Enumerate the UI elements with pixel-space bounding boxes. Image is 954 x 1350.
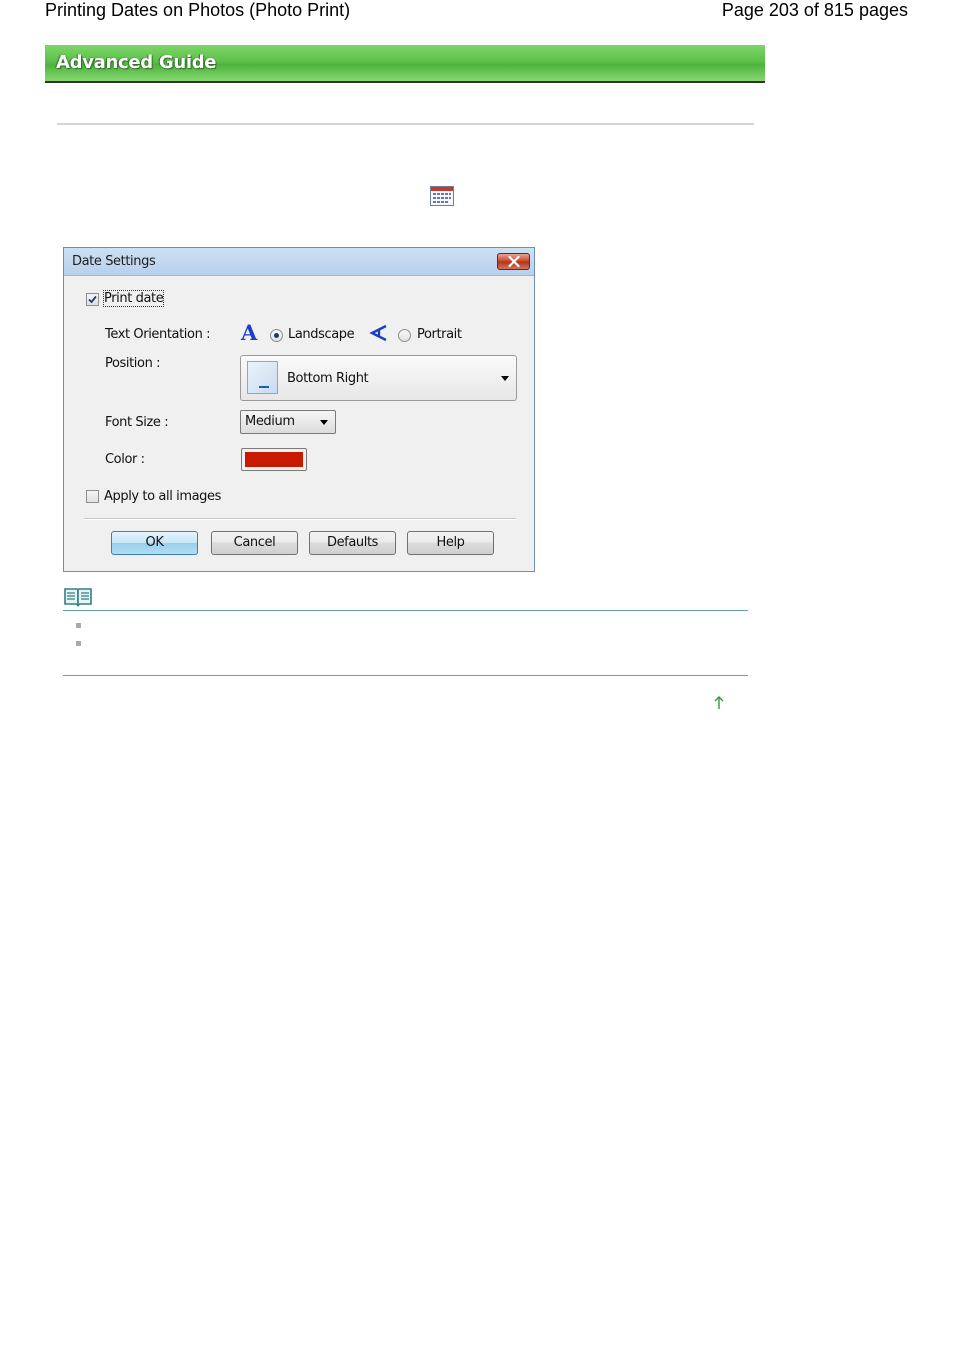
close-icon [508, 256, 520, 267]
chevron-down-icon [501, 376, 509, 381]
dialog-separator [84, 518, 516, 520]
note-divider [63, 610, 748, 611]
dialog-titlebar: Date Settings [64, 248, 534, 276]
calendar-icon [430, 186, 454, 206]
date-settings-dialog: Date Settings Print date Text Orientatio… [63, 247, 535, 572]
note-end-divider [63, 675, 748, 676]
color-picker-button[interactable] [241, 448, 307, 471]
list-bullet [76, 623, 81, 628]
position-label: Position : [105, 356, 161, 371]
chevron-down-icon [320, 420, 328, 425]
color-label: Color : [105, 452, 145, 467]
apply-all-label[interactable]: Apply to all images [104, 489, 221, 504]
advanced-guide-banner[interactable]: Advanced Guide [45, 45, 765, 83]
defaults-button[interactable]: Defaults [309, 531, 396, 555]
up-arrow-icon[interactable] [712, 695, 726, 711]
apply-all-checkbox[interactable] [86, 490, 99, 503]
page-counter: Page 203 of 815 pages [721, 0, 908, 20]
color-swatch [245, 452, 303, 467]
position-value: Bottom Right [287, 371, 369, 386]
list-bullet [76, 641, 81, 646]
banner-label: Advanced Guide [56, 52, 217, 73]
font-size-label: Font Size : [105, 415, 169, 430]
portrait-icon [369, 324, 389, 346]
landscape-radio[interactable] [270, 329, 283, 342]
ok-button[interactable]: OK [111, 531, 198, 555]
landscape-icon: A [241, 320, 257, 345]
landscape-label[interactable]: Landscape [288, 327, 355, 342]
print-date-checkbox[interactable] [86, 293, 99, 306]
font-size-value: Medium [245, 414, 295, 429]
text-orientation-label: Text Orientation : [105, 327, 211, 342]
divider [57, 123, 754, 125]
print-date-label[interactable]: Print date [102, 290, 165, 307]
position-preview-icon [247, 361, 278, 394]
help-button[interactable]: Help [407, 531, 494, 555]
checkmark-icon [88, 295, 97, 304]
font-size-dropdown[interactable]: Medium [240, 410, 336, 434]
cancel-button[interactable]: Cancel [211, 531, 298, 555]
portrait-label[interactable]: Portrait [417, 327, 462, 342]
book-icon [64, 587, 92, 607]
portrait-radio[interactable] [398, 329, 411, 342]
close-button[interactable] [497, 253, 530, 270]
page-title: Printing Dates on Photos (Photo Print) [45, 0, 351, 20]
position-dropdown[interactable]: Bottom Right [240, 355, 517, 401]
dialog-title: Date Settings [72, 254, 156, 269]
